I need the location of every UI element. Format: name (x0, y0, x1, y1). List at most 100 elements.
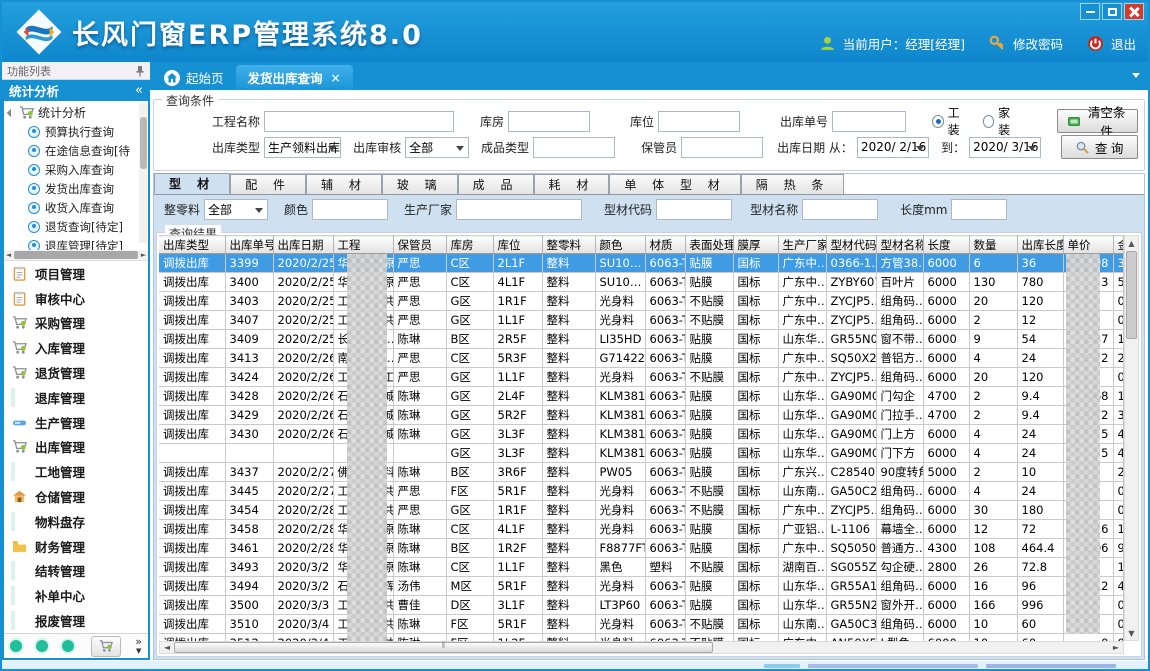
grid-horizontal-scrollbar[interactable]: ◄► (159, 641, 1124, 654)
material-tab-成品[interactable]: 成 品 (458, 174, 534, 194)
color-input[interactable] (312, 199, 388, 220)
grid-column-header[interactable]: 生产厂家 (778, 236, 826, 254)
grid-column-header[interactable]: 工程 (333, 236, 393, 254)
sidebar-module-项目管理[interactable]: 项目管理 (4, 261, 148, 286)
material-tab-型材[interactable]: 型 材 (154, 173, 230, 194)
table-row[interactable]: 调拨出库34092020/2/25长…陈琳B区2R5F整料LI35HD6063-… (159, 330, 1124, 349)
table-row[interactable]: 调拨出库35122020/3/4工共工程陈琳F区1L2F整料光身料6063-T5… (159, 634, 1124, 642)
grid-column-header[interactable]: 出库单号 (225, 236, 273, 254)
date-from-picker[interactable]: 2020/ 2/16 (857, 137, 929, 158)
product-type-input[interactable] (533, 137, 615, 158)
tree-vertical-scrollbar[interactable] (139, 103, 147, 243)
out-type-select[interactable]: 生产领料出库 (264, 137, 341, 158)
tree-item-收货入库查询[interactable]: 收货入库查询 (4, 198, 140, 217)
sidebar-module-生产管理[interactable]: 生产管理 (4, 410, 148, 435)
grid-column-header[interactable]: 金 (1113, 236, 1124, 254)
tree-expander-icon[interactable] (7, 108, 15, 116)
sidebar-module-出库管理[interactable]: 出库管理 (4, 435, 148, 460)
sidebar-module-财务管理[interactable]: 财务管理 (4, 534, 148, 559)
search-button[interactable]: 查 询 (1061, 135, 1138, 159)
grid-column-header[interactable]: 膜厚 (733, 236, 778, 254)
grid-column-header[interactable]: 出库类型 (159, 236, 225, 254)
warehouse-input[interactable] (508, 111, 590, 132)
tree-item-预算执行查询[interactable]: 预算执行查询 (4, 122, 140, 141)
grid-column-header[interactable]: 出库长度 (1017, 236, 1063, 254)
grid-column-header[interactable]: 单价 (1063, 236, 1113, 254)
collapse-icon[interactable]: « (135, 83, 143, 98)
table-row[interactable]: 调拨出库34372020/2/27佛料…陈琳B区3R6F整料PW056063-T… (159, 463, 1124, 482)
table-row[interactable]: G区3L3F整料KLM38176063-T5贴膜国标山东华…GA90M09…门下… (159, 444, 1124, 463)
table-row[interactable]: 调拨出库34542020/2/28工共工程严思G区1R1F整料光身料6063-T… (159, 501, 1124, 520)
sidebar-module-采购管理[interactable]: 采购管理 (4, 311, 148, 336)
table-row[interactable]: 调拨出库34452020/2/27工共工程严思F区5R1F整料光身料6063-T… (159, 482, 1124, 501)
tree-horizontal-scrollbar[interactable]: ◄► (4, 250, 148, 260)
sidebar-module-退货管理[interactable]: 退货管理 (4, 360, 148, 385)
table-row[interactable]: 调拨出库34292020/2/26石城陈琳G区5R2F整料KLM38176063… (159, 406, 1124, 425)
table-row[interactable]: 调拨出库34002020/2/25华原…严思C区4L1F整料SU10…6063-… (159, 273, 1124, 292)
material-tab-配件[interactable]: 配 件 (230, 174, 306, 194)
grid-column-header[interactable]: 出库日期 (273, 236, 333, 254)
table-row[interactable]: 调拨出库34302020/2/26石城陈琳G区3L3F整料KLM38176063… (159, 425, 1124, 444)
grid-column-header[interactable]: 型材代码 (826, 236, 876, 254)
sidebar-module-报废管理[interactable]: 报废管理 (4, 608, 148, 633)
table-row[interactable]: 调拨出库34072020/2/25工共工程严思G区1L1F整料光身料6063-T… (159, 311, 1124, 330)
whole-part-select[interactable]: 全部 (204, 199, 268, 220)
module-dot-icon[interactable] (36, 640, 48, 652)
maker-input[interactable] (456, 199, 582, 220)
grid-column-header[interactable]: 数量 (969, 236, 1017, 254)
table-row[interactable]: 调拨出库34612020/2/28华原…陈琳B区1R2F整料F8877FT606… (159, 539, 1124, 558)
overflow-button[interactable]: »▼ (135, 638, 142, 655)
length-input[interactable] (951, 199, 1007, 220)
table-row[interactable]: 调拨出库35002020/3/3工共工程曹佳D区3L1F整料LT3P606063… (159, 596, 1124, 615)
grid-column-header[interactable]: 表面处理 (685, 236, 733, 254)
table-row[interactable]: 调拨出库34932020/3/2华原…陈琳C区1L1F整料黑色塑料不贴膜国标湖南… (159, 558, 1124, 577)
table-row[interactable]: 调拨出库34942020/3/2石辉城汤伟M区5R1F整料光身料6063-T5贴… (159, 577, 1124, 596)
grid-column-header[interactable]: 型材名称 (876, 236, 923, 254)
tab-overflow-icon[interactable] (1132, 73, 1140, 78)
grid-column-header[interactable]: 整零料 (542, 236, 595, 254)
profile-name-input[interactable] (802, 199, 878, 220)
grid-column-header[interactable]: 长度 (923, 236, 969, 254)
table-row[interactable]: 调拨出库34132020/2/26南…严思C区5R3F整料G714226063-… (159, 349, 1124, 368)
sidebar-module-结转管理[interactable]: 结转管理 (4, 559, 148, 584)
grid-column-header[interactable]: 保管员 (393, 236, 446, 254)
keeper-input[interactable] (681, 137, 763, 158)
tree-item-发货出库查询[interactable]: 发货出库查询 (4, 179, 140, 198)
order-no-input[interactable] (832, 111, 906, 132)
grid-column-header[interactable]: 库位 (493, 236, 542, 254)
audit-select[interactable]: 全部 (405, 137, 469, 158)
profile-code-input[interactable] (656, 199, 732, 220)
tree-item-退货查询[待定][interactable]: 退货查询[待定] (4, 217, 140, 236)
table-row[interactable]: 调拨出库35102020/3/4工共工程陈琳F区5R1F整料光身料6063-T5… (159, 615, 1124, 634)
tab-home[interactable]: 起始页 (152, 65, 236, 90)
grid-column-header[interactable]: 材质 (645, 236, 685, 254)
sidebar-module-退库管理[interactable]: 退库管理 (4, 385, 148, 410)
grid-column-header[interactable]: 颜色 (595, 236, 645, 254)
radio-gongzhuang[interactable]: 工装 (932, 104, 969, 138)
sidebar-module-审核中心[interactable]: 审核中心 (4, 286, 148, 311)
material-tab-单体型材[interactable]: 单 体 型 材 (609, 174, 740, 194)
material-tab-隔热条[interactable]: 隔 热 条 (741, 174, 845, 194)
table-row[interactable]: 调拨出库34282020/2/26石城陈琳G区2L4F整料KLM38176063… (159, 387, 1124, 406)
location-input[interactable] (658, 111, 740, 132)
material-tab-耗材[interactable]: 耗 材 (534, 174, 610, 194)
radio-jiazhuang[interactable]: 家装 (983, 104, 1020, 138)
change-password-link[interactable]: 修改密码 (1013, 34, 1063, 53)
clear-conditions-button[interactable]: 清空条件 (1057, 109, 1138, 133)
material-tab-玻璃[interactable]: 玻 璃 (382, 174, 458, 194)
module-dot-icon[interactable] (10, 640, 22, 652)
close-button[interactable] (1124, 3, 1144, 20)
tab-shipment-query[interactable]: 发货出库查询 × (236, 65, 353, 90)
sidebar-module-工地管理[interactable]: 工地管理 (4, 459, 148, 484)
sidebar-module-仓储管理[interactable]: 仓储管理 (4, 484, 148, 509)
pin-icon[interactable] (135, 65, 145, 77)
table-row[interactable]: 调拨出库33992020/2/25华原…严思C区2L1F整料SU10…6063-… (159, 254, 1124, 273)
sidebar-module-物料盘存[interactable]: 物料盘存 (4, 509, 148, 534)
module-dot-icon[interactable] (62, 640, 74, 652)
tree-root-statistics[interactable]: 统计分析 (4, 103, 140, 122)
tab-close-icon[interactable]: × (331, 71, 341, 85)
tree-item-在途信息查询[待[interactable]: 在途信息查询[待 (4, 141, 140, 160)
minimize-button[interactable] (1080, 3, 1100, 20)
grid-vertical-scrollbar[interactable]: ▲▼ (1124, 235, 1139, 641)
maximize-button[interactable] (1102, 3, 1122, 20)
